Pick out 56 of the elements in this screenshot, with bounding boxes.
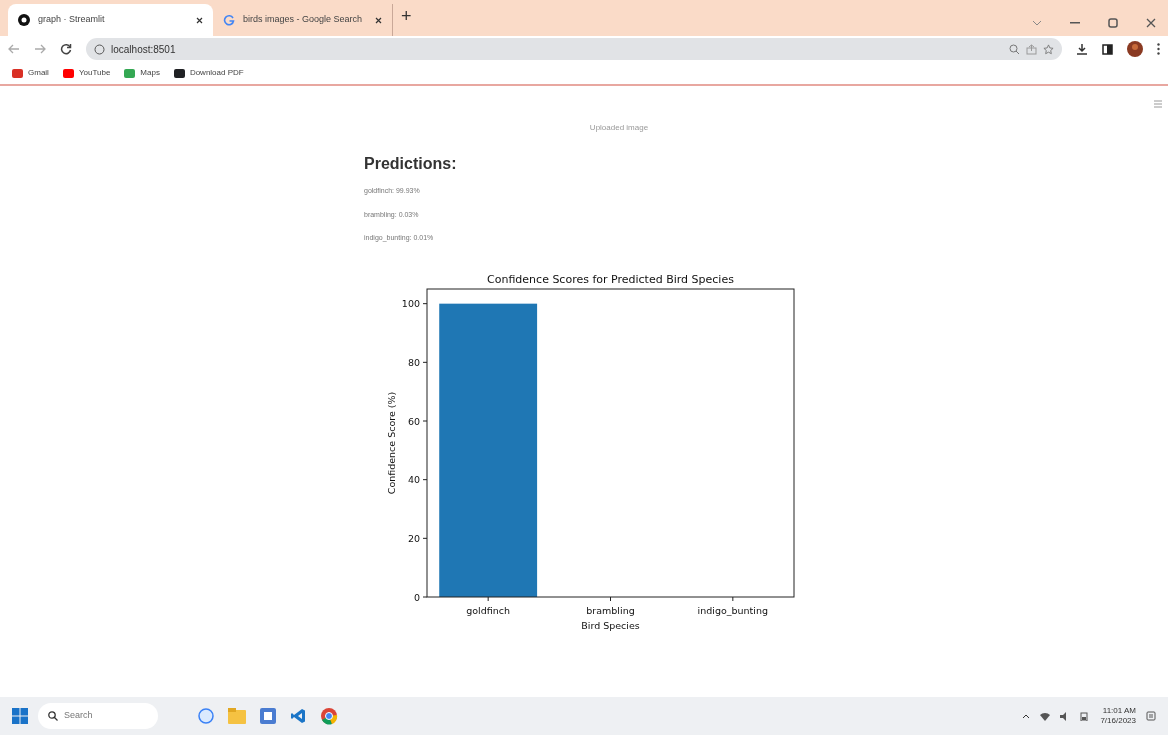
g-icon xyxy=(223,14,235,26)
clock[interactable]: 11:01 AM 7/16/2023 xyxy=(1100,706,1136,726)
download-icon[interactable] xyxy=(1076,43,1088,55)
y-tick-label: 100 xyxy=(401,297,420,309)
time-text: 11:01 AM xyxy=(1102,706,1136,716)
share-icon[interactable] xyxy=(1026,43,1037,55)
tab-title: birds images - Google Search xyxy=(243,13,364,27)
minimize-icon[interactable] xyxy=(1070,22,1080,24)
y-tick-label: 40 xyxy=(407,473,420,485)
wifi-icon[interactable] xyxy=(1040,711,1051,721)
back-icon[interactable] xyxy=(8,44,20,54)
y-tick-label: 20 xyxy=(407,532,420,544)
taskbar-search-field[interactable]: Search xyxy=(38,703,158,729)
bookmark-link[interactable]: Download PDF xyxy=(189,67,244,79)
x-axis-label: Bird Species xyxy=(581,619,640,631)
close-icon[interactable] xyxy=(1146,18,1156,28)
new-tab-button[interactable]: + xyxy=(401,3,412,30)
predictions-heading: Predictions: xyxy=(364,154,458,174)
x-tick-label: goldfinch xyxy=(466,604,511,616)
address-bar[interactable]: localhost:8501 xyxy=(86,38,1062,60)
close-icon[interactable] xyxy=(196,16,203,24)
x-tick-label: indigo_bunting xyxy=(697,604,769,616)
y-tick-label: 60 xyxy=(407,415,420,426)
date-text: 7/16/2023 xyxy=(1100,716,1136,726)
side-panel-icon[interactable] xyxy=(1102,43,1113,55)
y-tick-label: 0 xyxy=(413,591,420,602)
menu-icon[interactable] xyxy=(1157,43,1160,55)
restore-icon[interactable] xyxy=(1108,18,1118,28)
notification-icon[interactable] xyxy=(1146,711,1156,721)
search-placeholder: Search xyxy=(64,709,93,723)
y-axis-label: Confidence Score (%) xyxy=(386,391,397,494)
y-tick-label: 80 xyxy=(407,356,420,368)
tab-title: graph · Streamlit xyxy=(38,13,106,27)
browser-icon[interactable] xyxy=(320,707,338,725)
image-caption: Uploaded image xyxy=(589,122,649,134)
url-text: localhost:8501 xyxy=(111,42,176,57)
reload-icon[interactable] xyxy=(60,43,72,55)
bookmark-link[interactable]: YouTube xyxy=(78,67,111,79)
windows-start-icon[interactable] xyxy=(12,708,28,724)
bookmark-link[interactable]: Gmail xyxy=(28,67,49,79)
app-icon[interactable] xyxy=(260,708,276,724)
x-tick-label: brambling xyxy=(586,604,635,616)
chevron-down-icon[interactable] xyxy=(1032,20,1042,26)
search-icon[interactable] xyxy=(1009,43,1020,55)
bookmark-link[interactable]: Maps xyxy=(140,67,160,79)
chevron-up-icon[interactable] xyxy=(1022,713,1031,719)
browser-tab[interactable]: graph · Streamlit xyxy=(8,4,213,36)
code-editor-icon[interactable] xyxy=(290,708,306,724)
star-icon[interactable] xyxy=(1043,43,1054,55)
chart-title: Confidence Scores for Predicted Bird Species xyxy=(487,272,734,286)
site-favicon-icon xyxy=(18,14,30,26)
site-info-icon[interactable] xyxy=(94,43,105,55)
close-icon[interactable] xyxy=(375,16,382,24)
profile-avatar-icon[interactable] xyxy=(1127,41,1143,57)
forward-icon[interactable] xyxy=(34,44,46,54)
search-icon xyxy=(48,711,58,721)
